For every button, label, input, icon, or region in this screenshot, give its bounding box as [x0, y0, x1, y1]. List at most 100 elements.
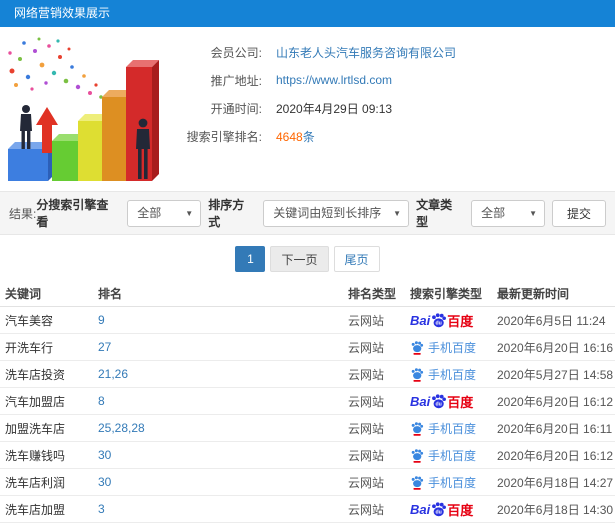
table-row: 汽车加盟店 8 云网站 Bai du 百度 2020年6月20日 16:12: [0, 388, 615, 415]
article-type-select[interactable]: 全部 ▼: [471, 199, 546, 227]
cell-rank[interactable]: 8: [98, 394, 348, 408]
cell-rank[interactable]: 30: [98, 448, 348, 462]
sort-filter-label: 排序方式: [208, 198, 245, 229]
mobile-baidu-label: 手机百度: [428, 448, 477, 463]
cell-keyword: 汽车美容: [5, 313, 54, 328]
cell-rank[interactable]: 30: [98, 475, 348, 489]
pagination: 1 下一页 尾页: [0, 246, 615, 272]
confetti-dots: [8, 37, 108, 105]
baidu-logo-cn: 百度: [447, 502, 474, 518]
next-page-button[interactable]: 下一页: [270, 246, 329, 272]
table-row: 加盟洗车店 25,28,28 云网站 Bai du 百度: [0, 415, 615, 442]
col-keyword: 关键词: [5, 287, 42, 301]
article-type-label: 文章类型: [416, 198, 453, 229]
engine-filter-label: 分搜索引擎查看: [36, 198, 109, 229]
baidu-paw-icon: du: [432, 393, 447, 408]
open-time-value: 2020年4月29日 09:13: [276, 101, 393, 116]
cell-rank-type: 云网站: [348, 394, 385, 409]
last-page-button[interactable]: 尾页: [333, 246, 380, 272]
mobile-baidu-paw-icon: [411, 448, 424, 463]
cell-updated: 2020年6月20日 16:11: [497, 421, 613, 436]
cell-engine: Bai du 百度: [410, 500, 497, 519]
col-rank-type: 排名类型: [348, 287, 397, 301]
mobile-baidu-label: 手机百度: [428, 367, 477, 382]
cell-engine: Bai du 百度: [410, 474, 497, 491]
cell-updated: 2020年6月18日 14:30: [497, 502, 614, 517]
cell-keyword: 洗车赚钱吗: [5, 448, 66, 463]
info-row-rank-count: 搜索引擎排名: 4648条: [166, 122, 456, 150]
baidu-paw-icon: du: [432, 501, 447, 516]
mobile-baidu-paw-icon: [411, 367, 424, 382]
sort-select[interactable]: 关键词由短到长排序 ▼: [263, 199, 410, 227]
table-row: 汽车美容 9 云网站 Bai du 百度 2020年6月5日 11:24: [0, 307, 615, 334]
cell-engine: Bai du 百度: [410, 392, 497, 411]
rank-table: 关键词 排名 排名类型 搜索引擎类型 最新更新时间 汽车美容 9 云网站 Bai…: [0, 281, 615, 523]
cell-keyword: 洗车店加盟: [5, 502, 66, 517]
baidu-logo: Bai du 百度: [410, 311, 473, 330]
baidu-logo-bai: Bai: [410, 393, 431, 409]
cell-rank-type: 云网站: [348, 421, 385, 436]
cell-updated: 2020年6月20日 16:12: [497, 448, 614, 463]
mobile-baidu-label: 手机百度: [428, 340, 477, 355]
cell-rank-type: 云网站: [348, 448, 385, 463]
page-header: 网络营销效果展示: [0, 0, 615, 27]
cell-keyword: 洗车店投资: [5, 367, 66, 382]
cell-updated: 2020年6月20日 16:12: [497, 394, 614, 409]
company-name-link[interactable]: 山东老人头汽车服务咨询有限公司: [276, 44, 456, 61]
mobile-baidu-logo: 手机百度: [410, 339, 476, 356]
bar-chart-illustration: [8, 37, 159, 181]
cell-keyword: 汽车加盟店: [5, 394, 66, 409]
cell-rank[interactable]: 3: [98, 502, 348, 516]
table-body: 汽车美容 9 云网站 Bai du 百度 2020年6月5日 11:24 开洗车…: [0, 307, 615, 523]
result-label: 结果:: [9, 206, 37, 221]
info-row-company: 会员公司: 山东老人头汽车服务咨询有限公司: [166, 38, 456, 66]
rank-count-label: 搜索引擎排名:: [186, 129, 262, 144]
table-row: 洗车店加盟 3 云网站 Bai du 百度 2020年6月18日 14:30: [0, 496, 615, 523]
svg-text:du: du: [436, 401, 442, 407]
page-button-current[interactable]: 1: [235, 246, 266, 272]
cell-rank[interactable]: 25,28,28: [98, 421, 348, 435]
cell-rank-type: 云网站: [348, 475, 385, 490]
cell-rank[interactable]: 27: [98, 340, 348, 354]
filter-bar: 结果: 分搜索引擎查看 全部 ▼ 排序方式 关键词由短到长排序 ▼ 文章类型 全…: [0, 191, 615, 235]
table-row: 开洗车行 27 云网站 Bai du 百度: [0, 334, 615, 361]
table-header-row: 关键词 排名 排名类型 搜索引擎类型 最新更新时间: [0, 281, 615, 307]
rank-count-value: 4648条: [276, 128, 315, 145]
cell-keyword: 洗车店利润: [5, 475, 66, 490]
mobile-baidu-label: 手机百度: [428, 421, 477, 436]
cell-updated: 2020年6月5日 11:24: [497, 313, 606, 328]
baidu-logo: Bai du 百度: [410, 500, 473, 519]
company-label: 会员公司:: [210, 45, 262, 60]
cell-engine: Bai du 百度: [410, 311, 497, 330]
mobile-baidu-logo: 手机百度: [410, 474, 476, 491]
col-engine-type: 搜索引擎类型: [410, 287, 483, 301]
cell-rank-type: 云网站: [348, 340, 385, 355]
cell-updated: 2020年6月18日 14:27: [497, 475, 614, 490]
svg-text:du: du: [436, 320, 442, 326]
rank-count-unit: 条: [302, 129, 315, 144]
mobile-baidu-logo: 手机百度: [410, 447, 476, 464]
baidu-logo-cn: 百度: [447, 313, 474, 329]
svg-text:du: du: [436, 509, 442, 515]
mobile-baidu-paw-icon: [411, 475, 424, 490]
page-title: 网络营销效果展示: [14, 6, 111, 20]
promotion-url-link[interactable]: https://www.lrtlsd.com: [276, 73, 392, 87]
mobile-baidu-paw-icon: [411, 421, 424, 436]
open-time-label: 开通时间:: [210, 101, 262, 116]
cell-rank[interactable]: 21,26: [98, 367, 348, 381]
mobile-baidu-label: 手机百度: [428, 475, 477, 490]
mobile-baidu-logo: 手机百度: [410, 366, 476, 383]
table-row: 洗车赚钱吗 30 云网站 Bai du 百度: [0, 442, 615, 469]
company-info: 会员公司: 山东老人头汽车服务咨询有限公司 推广地址: https://www.…: [166, 38, 456, 150]
summary-section: 会员公司: 山东老人头汽车服务咨询有限公司 推广地址: https://www.…: [0, 27, 615, 191]
cell-engine: Bai du 百度: [410, 366, 497, 383]
baidu-logo-cn: 百度: [447, 394, 474, 410]
table-row: 洗车店利润 30 云网站 Bai du 百度: [0, 469, 615, 496]
cell-rank[interactable]: 9: [98, 313, 348, 327]
cell-keyword: 开洗车行: [5, 340, 54, 355]
baidu-logo-bai: Bai: [410, 501, 431, 517]
engine-select[interactable]: 全部 ▼: [127, 199, 202, 227]
baidu-paw-icon: du: [432, 312, 447, 327]
submit-button[interactable]: 提交: [552, 199, 607, 227]
cell-updated: 2020年5月27日 14:58: [497, 367, 614, 382]
